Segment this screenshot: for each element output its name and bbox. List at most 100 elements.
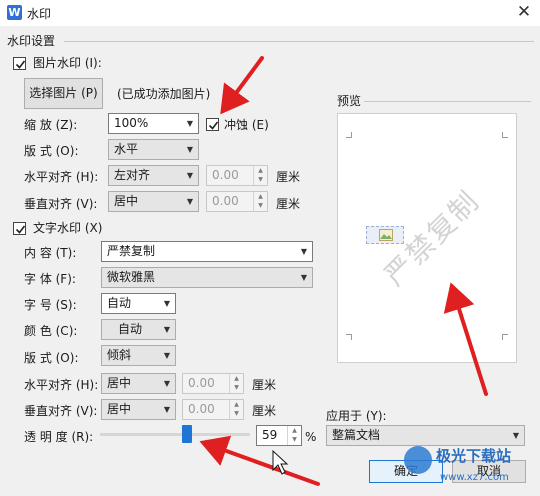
image-layout-value: 水平 (114, 142, 139, 156)
spin-up-icon: ▲ (234, 401, 239, 408)
scale-select[interactable]: 100% ▼ (108, 113, 199, 134)
spin-up-icon: ▲ (292, 427, 297, 434)
image-layout-select[interactable]: 水平 ▼ (108, 139, 199, 160)
text-halign-label: 水平对齐 (H): (24, 378, 99, 392)
red-arrow (220, 56, 264, 115)
content-label: 内 容 (T): (24, 246, 77, 260)
text-valign-unit: 厘米 (252, 404, 277, 418)
mouse-cursor-icon (272, 449, 289, 475)
choose-image-button[interactable]: 选择图片 (P) (24, 78, 103, 109)
chevron-down-icon: ▼ (186, 145, 193, 154)
spinner[interactable]: ▲ ▼ (229, 374, 243, 393)
text-halign-select[interactable]: 居中 ▼ (101, 373, 176, 394)
image-valign-value: 居中 (114, 194, 139, 208)
chevron-down-icon: ▼ (163, 379, 170, 388)
content-value: 严禁复制 (107, 244, 156, 258)
chevron-down-icon: ▼ (512, 431, 519, 440)
chevron-down-icon: ▼ (163, 351, 170, 360)
chevron-down-icon: ▼ (186, 171, 193, 180)
watermark-settings-heading: 水印设置 (7, 34, 56, 48)
image-watermark-checkbox[interactable] (13, 57, 26, 70)
text-watermark-checkbox[interactable] (13, 222, 26, 235)
preview-label: 预览 (337, 94, 362, 108)
spin-down-icon: ▼ (234, 384, 239, 391)
text-valign-select[interactable]: 居中 ▼ (101, 399, 176, 420)
transparency-unit: % (305, 430, 317, 444)
spinner[interactable]: ▲ ▼ (253, 192, 267, 211)
image-valign-offset[interactable]: 0.00 ▲ ▼ (206, 191, 268, 212)
image-icon (379, 229, 393, 241)
spin-down-icon: ▼ (292, 436, 297, 443)
margin-corner-mark (346, 334, 352, 340)
chevron-down-icon: ▼ (163, 325, 170, 334)
size-label: 字 号 (S): (24, 298, 77, 312)
spin-down-icon: ▼ (234, 410, 239, 417)
spin-up-icon: ▲ (234, 375, 239, 382)
spin-up-icon: ▲ (258, 167, 263, 174)
text-layout-value: 倾斜 (107, 348, 132, 362)
margin-corner-mark (502, 334, 508, 340)
image-halign-label: 水平对齐 (H): (24, 170, 99, 184)
apply-to-select[interactable]: 整篇文档 ▼ (326, 425, 525, 446)
site-url: www.xz7.com (440, 472, 509, 483)
chevron-down-icon: ▼ (300, 273, 307, 282)
image-valign-unit: 厘米 (276, 197, 301, 211)
checkmark-icon (15, 60, 26, 69)
text-valign-offset[interactable]: 0.00 ▲ ▼ (182, 399, 244, 420)
spinner[interactable]: ▲ ▼ (253, 166, 267, 185)
color-select[interactable]: 自动 ▼ (101, 319, 176, 340)
apply-to-value: 整篇文档 (332, 428, 381, 442)
image-added-status: (已成功添加图片) (117, 87, 211, 101)
apply-to-label: 应用于 (Y): (326, 409, 387, 423)
text-valign-value: 居中 (107, 402, 132, 416)
transparency-slider-thumb[interactable] (182, 425, 192, 443)
image-halign-offset[interactable]: 0.00 ▲ ▼ (206, 165, 268, 186)
checkmark-icon (15, 225, 26, 234)
washout-checkbox[interactable] (206, 118, 219, 131)
image-halign-value: 左对齐 (114, 168, 151, 182)
font-label: 字 体 (F): (24, 272, 76, 286)
preview-divider (364, 101, 531, 102)
font-value: 微软雅黑 (107, 270, 156, 284)
transparency-slider-track[interactable] (100, 433, 250, 436)
margin-corner-mark (502, 132, 508, 138)
text-halign-unit: 厘米 (252, 378, 277, 392)
image-valign-label: 垂直对齐 (V): (24, 197, 98, 211)
preview-page: 严禁复制 (337, 113, 517, 363)
settings-divider (64, 41, 534, 42)
size-select[interactable]: 自动 ▼ (101, 293, 176, 314)
transparency-label: 透 明 度 (R): (24, 430, 94, 444)
spinner[interactable]: ▲ ▼ (229, 400, 243, 419)
checkmark-icon (208, 121, 219, 130)
spinner[interactable]: ▲ ▼ (287, 426, 301, 445)
text-halign-offset[interactable]: 0.00 ▲ ▼ (182, 373, 244, 394)
image-halign-select[interactable]: 左对齐 ▼ (108, 165, 199, 186)
close-icon[interactable]: ✕ (513, 1, 535, 23)
chevron-down-icon: ▼ (186, 197, 193, 206)
transparency-input[interactable]: 59 ▲ ▼ (256, 425, 302, 446)
site-logo-icon (404, 446, 432, 474)
font-select[interactable]: 微软雅黑 ▼ (101, 267, 313, 288)
text-halign-offset-value: 0.00 (188, 376, 215, 390)
transparency-value: 59 (262, 428, 278, 442)
image-valign-offset-value: 0.00 (212, 194, 239, 208)
text-valign-label: 垂直对齐 (V): (24, 404, 98, 418)
color-value: 自动 (118, 322, 143, 336)
image-halign-offset-value: 0.00 (212, 168, 239, 182)
spin-up-icon: ▲ (258, 193, 263, 200)
wps-writer-icon: W (7, 5, 22, 20)
site-name: 极光下载站 (436, 447, 512, 465)
washout-label: 冲蚀 (E) (224, 118, 269, 132)
text-valign-offset-value: 0.00 (188, 402, 215, 416)
content-select[interactable]: 严禁复制 ▼ (101, 241, 313, 262)
window-title: 水印 (27, 7, 52, 21)
scale-value: 100% (114, 116, 149, 130)
size-value: 自动 (107, 296, 132, 310)
spin-down-icon: ▼ (258, 176, 263, 183)
image-halign-unit: 厘米 (276, 170, 301, 184)
scale-label: 缩 放 (Z): (24, 118, 78, 132)
spin-down-icon: ▼ (258, 202, 263, 209)
text-layout-select[interactable]: 倾斜 ▼ (101, 345, 176, 366)
image-valign-select[interactable]: 居中 ▼ (108, 191, 199, 212)
text-watermark-label: 文字水印 (X) (33, 221, 103, 235)
